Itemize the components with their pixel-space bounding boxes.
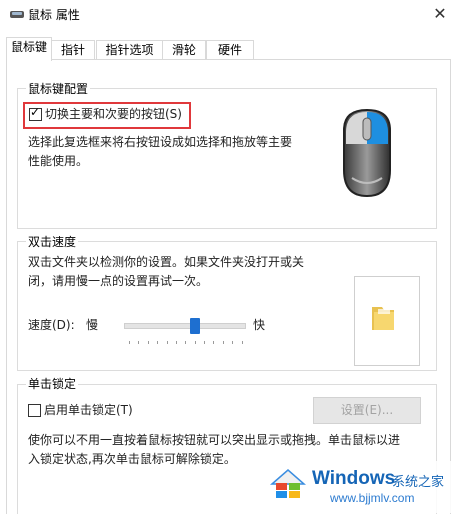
click-lock-description-line1: 使你可以不用一直按着鼠标按钮就可以突出显示或拖拽。单击鼠标以进 xyxy=(28,433,401,447)
mouse-icon xyxy=(343,108,391,198)
tab-wheel[interactable]: 滑轮 xyxy=(162,40,206,60)
close-button[interactable]: ✕ xyxy=(426,2,454,26)
button-config-title: 鼠标键配置 xyxy=(26,80,91,97)
speed-label: 速度(D): xyxy=(28,318,75,332)
mouse-properties-icon xyxy=(10,11,24,18)
click-lock-label[interactable]: 启用单击锁定(T) xyxy=(44,400,133,420)
slow-label: 慢 xyxy=(86,318,99,332)
watermark-brand: Windows xyxy=(312,468,396,489)
tab-hardware[interactable]: 硬件 xyxy=(206,40,254,60)
tab-pointers[interactable]: 指针 xyxy=(51,40,95,60)
watermark-url: www.bjjmlv.com xyxy=(330,491,415,505)
double-click-description-line1: 双击文件夹以检测你的设置。如果文件夹没打开或关 xyxy=(28,255,305,269)
speed-slider-track[interactable] xyxy=(124,323,246,329)
switch-buttons-label[interactable]: 切换主要和次要的按钮(S) xyxy=(45,104,182,124)
window-title: 鼠标 属性 xyxy=(28,8,80,22)
double-click-description-line2: 闭，请用慢一点的设置再试一次。 xyxy=(28,274,209,288)
watermark-subtitle: 系统之家 xyxy=(392,475,445,490)
switch-description-line2: 性能使用。 xyxy=(28,154,89,168)
fast-label: 快 xyxy=(253,318,266,332)
double-click-title: 双击速度 xyxy=(26,233,79,250)
folder-icon[interactable] xyxy=(368,303,398,333)
switch-description-line1: 选择此复选框来将右按钮设成如选择和拖放等主要 xyxy=(28,135,293,149)
tab-mouse-buttons[interactable]: 鼠标键 xyxy=(6,37,52,61)
tab-pointer-options[interactable]: 指针选项 xyxy=(96,40,163,60)
click-lock-title: 单击锁定 xyxy=(26,375,79,392)
speed-slider-thumb[interactable] xyxy=(190,318,200,334)
click-lock-checkbox[interactable] xyxy=(28,404,41,417)
windows-logo-icon xyxy=(270,469,306,498)
checkmark-icon: ✓ xyxy=(30,105,41,119)
switch-buttons-checkbox[interactable]: ✓ xyxy=(29,105,42,121)
click-lock-description-line2: 入锁定状态,再次单击鼠标可解除锁定。 xyxy=(28,452,236,466)
click-lock-settings-button[interactable]: 设置(E)... xyxy=(313,397,421,424)
